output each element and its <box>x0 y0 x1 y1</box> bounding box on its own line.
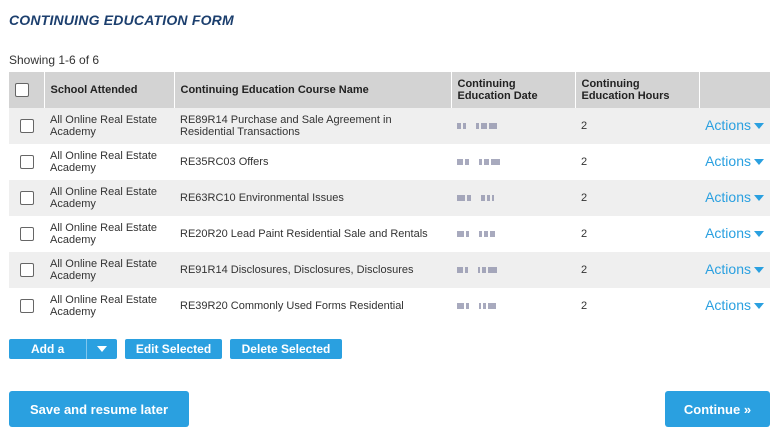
chevron-down-icon <box>754 159 764 166</box>
row-checkbox[interactable] <box>19 227 34 241</box>
course-cell: RE20R20 Lead Paint Residential Sale and … <box>174 216 451 252</box>
table-row: All Online Real Estate Academy RE89R14 Pu… <box>9 108 770 144</box>
date-cell <box>451 180 575 216</box>
select-all-checkbox[interactable] <box>15 83 29 97</box>
showing-count: Showing 1-6 of 6 <box>9 53 100 67</box>
edit-selected-button[interactable]: Edit Selected <box>125 339 222 359</box>
chevron-down-icon <box>754 231 764 238</box>
course-cell: RE91R14 Disclosures, Disclosures, Disclo… <box>174 252 451 288</box>
school-cell: All Online Real Estate Academy <box>44 180 174 216</box>
chevron-down-icon <box>97 346 108 352</box>
course-cell: RE35RC03 Offers <box>174 144 451 180</box>
save-and-resume-button[interactable]: Save and resume later <box>9 391 189 427</box>
row-select-cell <box>9 180 44 216</box>
add-row-label[interactable]: Add a Row <box>9 339 88 376</box>
actions-cell: Actions <box>699 252 770 288</box>
date-cell <box>451 288 575 324</box>
redacted-date <box>457 229 495 239</box>
chevron-down-icon <box>754 267 764 274</box>
table-row: All Online Real Estate Academy RE39R20 Co… <box>9 288 770 324</box>
redacted-date <box>457 157 500 167</box>
school-cell: All Online Real Estate Academy <box>44 144 174 180</box>
row-actions-menu[interactable]: Actions <box>705 153 764 169</box>
row-actions-menu[interactable]: Actions <box>705 117 764 133</box>
table-row: All Online Real Estate Academy RE63RC10 E… <box>9 180 770 216</box>
hours-cell: 2 <box>575 216 699 252</box>
school-cell: All Online Real Estate Academy <box>44 216 174 252</box>
actions-label[interactable]: Actions <box>705 261 751 277</box>
actions-label[interactable]: Actions <box>705 153 751 169</box>
column-header-actions <box>699 72 770 108</box>
row-checkbox[interactable] <box>19 299 34 313</box>
hours-cell: 2 <box>575 252 699 288</box>
date-cell <box>451 144 575 180</box>
row-actions-menu[interactable]: Actions <box>705 225 764 241</box>
column-header-date[interactable]: Continuing Education Date <box>451 72 576 108</box>
chevron-down-icon <box>754 195 764 202</box>
row-checkbox[interactable] <box>19 155 34 169</box>
school-cell: All Online Real Estate Academy <box>44 108 174 144</box>
hours-cell: 2 <box>575 180 699 216</box>
school-cell: All Online Real Estate Academy <box>44 288 174 324</box>
form-title: CONTINUING EDUCATION FORM <box>9 12 234 28</box>
row-select-cell <box>9 216 44 252</box>
row-select-cell <box>9 144 44 180</box>
row-select-cell <box>9 252 44 288</box>
school-cell: All Online Real Estate Academy <box>44 252 174 288</box>
actions-cell: Actions <box>699 108 770 144</box>
row-checkbox[interactable] <box>19 191 34 205</box>
row-checkbox[interactable] <box>19 119 34 133</box>
table-row: All Online Real Estate Academy RE91R14 Di… <box>9 252 770 288</box>
hours-cell: 2 <box>575 288 699 324</box>
actions-cell: Actions <box>699 216 770 252</box>
chevron-down-icon <box>754 123 764 130</box>
redacted-date <box>457 265 497 275</box>
select-all-cell <box>9 72 45 108</box>
date-cell <box>451 252 575 288</box>
redacted-date <box>457 121 497 131</box>
course-cell: RE63RC10 Environmental Issues <box>174 180 451 216</box>
row-actions-menu[interactable]: Actions <box>705 297 764 313</box>
date-cell <box>451 108 575 144</box>
delete-selected-button[interactable]: Delete Selected <box>230 339 342 359</box>
course-cell: RE89R14 Purchase and Sale Agreement in R… <box>174 108 451 144</box>
redacted-date <box>457 193 494 203</box>
actions-cell: Actions <box>699 144 770 180</box>
table-header-row: School Attended Continuing Education Cou… <box>9 72 770 108</box>
column-header-school[interactable]: School Attended <box>44 72 175 108</box>
actions-label[interactable]: Actions <box>705 225 751 241</box>
continue-button[interactable]: Continue » <box>665 391 770 427</box>
hours-cell: 2 <box>575 108 699 144</box>
table-row: All Online Real Estate Academy RE35RC03 O… <box>9 144 770 180</box>
actions-cell: Actions <box>699 288 770 324</box>
hours-cell: 2 <box>575 144 699 180</box>
add-row-button[interactable]: Add a Row <box>9 339 117 376</box>
education-table: School Attended Continuing Education Cou… <box>9 72 770 324</box>
chevron-down-icon <box>754 303 764 310</box>
row-actions-menu[interactable]: Actions <box>705 261 764 277</box>
course-cell: RE39R20 Commonly Used Forms Residential <box>174 288 451 324</box>
actions-label[interactable]: Actions <box>705 297 751 313</box>
column-header-hours[interactable]: Continuing Education Hours <box>575 72 700 108</box>
column-header-course[interactable]: Continuing Education Course Name <box>174 72 452 108</box>
date-cell <box>451 216 575 252</box>
row-actions-menu[interactable]: Actions <box>705 189 764 205</box>
actions-label[interactable]: Actions <box>705 117 751 133</box>
row-select-cell <box>9 108 44 144</box>
actions-label[interactable]: Actions <box>705 189 751 205</box>
add-row-dropdown-toggle[interactable] <box>87 339 117 359</box>
row-checkbox[interactable] <box>19 263 34 277</box>
table-row: All Online Real Estate Academy RE20R20 Le… <box>9 216 770 252</box>
actions-cell: Actions <box>699 180 770 216</box>
redacted-date <box>457 301 496 311</box>
row-select-cell <box>9 288 44 324</box>
